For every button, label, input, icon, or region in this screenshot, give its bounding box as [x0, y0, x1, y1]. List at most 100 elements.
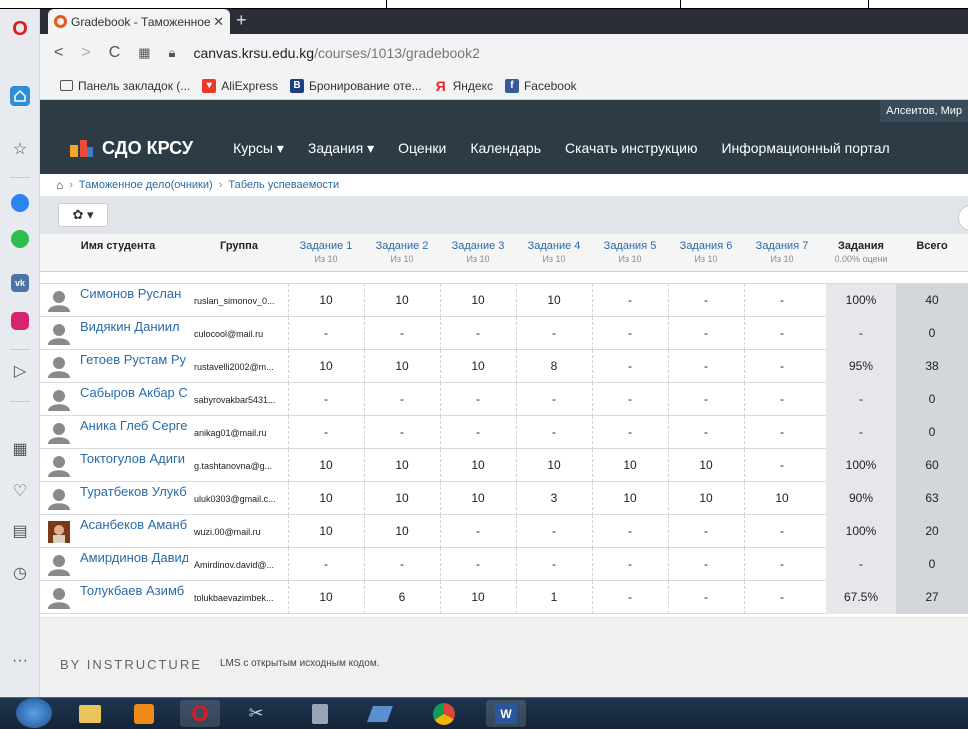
grade-cell[interactable]: - [440, 383, 516, 416]
grade-cell[interactable]: - [592, 515, 668, 548]
group-total-cell[interactable]: 90% [826, 482, 896, 515]
student-name-link[interactable]: Туратбеков Улукб [80, 484, 187, 499]
grade-cell[interactable]: 10 [440, 482, 516, 515]
news-icon[interactable]: ▤ [8, 519, 32, 543]
nav-assignments[interactable]: Задания ▾ [308, 140, 374, 157]
avatar[interactable] [48, 554, 70, 576]
grade-cell[interactable]: - [516, 416, 592, 449]
grade-cell[interactable]: - [440, 317, 516, 350]
grade-cell[interactable]: 10 [440, 581, 516, 614]
bookmark-yandex[interactable]: Я Яндекс [434, 79, 493, 93]
grade-cell[interactable]: 10 [288, 482, 364, 515]
grade-cell[interactable]: - [516, 317, 592, 350]
grade-cell[interactable]: 10 [364, 482, 440, 515]
tab-close-icon[interactable]: ✕ [213, 14, 224, 30]
notes-icon[interactable] [360, 700, 400, 727]
bookmark-facebook[interactable]: f Facebook [504, 78, 577, 93]
total-cell[interactable]: 63 [896, 482, 968, 515]
group-total-cell[interactable]: - [826, 317, 896, 350]
bookmark-booking[interactable]: B Бронирование оте... [289, 78, 422, 93]
grade-cell[interactable]: 10 [668, 449, 744, 482]
opera-logo-icon[interactable]: O [8, 17, 32, 41]
total-cell[interactable]: 40 [896, 284, 968, 317]
grade-cell[interactable]: - [744, 350, 820, 383]
word-icon[interactable]: W [486, 700, 526, 727]
header-assignment-7[interactable]: Задания 7 Из 10 [744, 240, 820, 266]
student-name-link[interactable]: Видякин Даниил [80, 319, 180, 334]
grade-cell[interactable]: 1 [516, 581, 592, 614]
grade-cell[interactable]: - [440, 548, 516, 581]
grade-cell[interactable]: 10 [516, 284, 592, 317]
student-name-link[interactable]: Гетоев Рустам Ру [80, 352, 186, 367]
grade-cell[interactable]: 10 [364, 350, 440, 383]
grade-cell[interactable]: - [592, 383, 668, 416]
total-cell[interactable]: 27 [896, 581, 968, 614]
grade-cell[interactable]: 10 [288, 350, 364, 383]
calculator-icon[interactable] [300, 700, 340, 727]
media-player-icon[interactable] [124, 700, 164, 727]
breadcrumb-course[interactable]: Таможенное дело(очники) [79, 179, 213, 191]
grade-cell[interactable]: 10 [516, 449, 592, 482]
avatar[interactable] [48, 587, 70, 609]
history-icon[interactable]: ◷ [8, 561, 32, 585]
grade-cell[interactable]: 10 [288, 449, 364, 482]
total-cell[interactable]: 60 [896, 449, 968, 482]
nav-grades[interactable]: Оценки [398, 140, 446, 156]
grade-cell[interactable]: 10 [288, 284, 364, 317]
grade-cell[interactable]: - [288, 383, 364, 416]
avatar[interactable] [48, 521, 70, 543]
grade-cell[interactable]: 10 [440, 284, 516, 317]
group-total-cell[interactable]: 100% [826, 515, 896, 548]
avatar[interactable] [48, 455, 70, 477]
grade-cell[interactable]: 10 [592, 449, 668, 482]
explorer-icon[interactable] [70, 700, 110, 727]
header-group-total[interactable]: Задания 0.00% оцени [826, 240, 896, 266]
grade-cell[interactable]: - [744, 548, 820, 581]
group-total-cell[interactable]: 67.5% [826, 581, 896, 614]
grade-cell[interactable]: 10 [288, 581, 364, 614]
student-name-link[interactable]: Аника Глеб Серге [80, 418, 188, 433]
grade-cell[interactable]: - [364, 548, 440, 581]
back-icon[interactable]: < [54, 44, 63, 62]
start-button[interactable] [16, 698, 52, 728]
grade-cell[interactable]: - [288, 317, 364, 350]
grade-cell[interactable]: 6 [364, 581, 440, 614]
opera-taskbar-icon[interactable]: O [180, 700, 220, 727]
header-total[interactable]: Всего [896, 240, 968, 253]
header-assignment-4[interactable]: Задание 4 Из 10 [516, 240, 592, 266]
header-student[interactable]: Имя студента [48, 240, 188, 253]
grade-cell[interactable]: - [744, 515, 820, 548]
header-assignment-1[interactable]: Задание 1 Из 10 [288, 240, 364, 266]
messenger-icon[interactable] [8, 191, 32, 215]
send-icon[interactable]: ▷ [8, 359, 32, 383]
nav-courses[interactable]: Курсы ▾ [233, 140, 284, 157]
user-name-link[interactable]: Алсеитов, Мир [880, 100, 968, 122]
grade-cell[interactable]: - [592, 548, 668, 581]
grade-cell[interactable]: 8 [516, 350, 592, 383]
group-total-cell[interactable]: 100% [826, 449, 896, 482]
group-total-cell[interactable]: 100% [826, 284, 896, 317]
whatsapp-icon[interactable] [8, 227, 32, 251]
total-cell[interactable]: 0 [896, 416, 968, 449]
heart-icon[interactable]: ♡ [8, 479, 32, 503]
group-total-cell[interactable]: - [826, 416, 896, 449]
vk-icon[interactable]: vk [8, 271, 32, 295]
avatar[interactable] [48, 389, 70, 411]
forward-icon[interactable]: > [81, 44, 90, 62]
grade-cell[interactable]: 10 [364, 284, 440, 317]
grade-cell[interactable]: - [668, 581, 744, 614]
avatar[interactable] [48, 323, 70, 345]
bookmark-panel[interactable]: Панель закладок (... [60, 79, 190, 93]
snipping-tool-icon[interactable]: ✂ [236, 700, 276, 727]
home-icon[interactable] [10, 86, 30, 106]
group-total-cell[interactable]: - [826, 548, 896, 581]
header-group[interactable]: Группа [190, 240, 288, 253]
grade-cell[interactable]: - [440, 515, 516, 548]
student-name-link[interactable]: Толукбаев Азимб [80, 583, 184, 598]
avatar[interactable] [48, 488, 70, 510]
total-cell[interactable]: 0 [896, 383, 968, 416]
footer-text[interactable]: LMS с открытым исходным кодом. [220, 658, 379, 669]
grade-cell[interactable]: - [592, 284, 668, 317]
header-assignment-6[interactable]: Задания 6 Из 10 [668, 240, 744, 266]
bookmark-aliexpress[interactable]: ▾ AliExpress [202, 78, 278, 93]
